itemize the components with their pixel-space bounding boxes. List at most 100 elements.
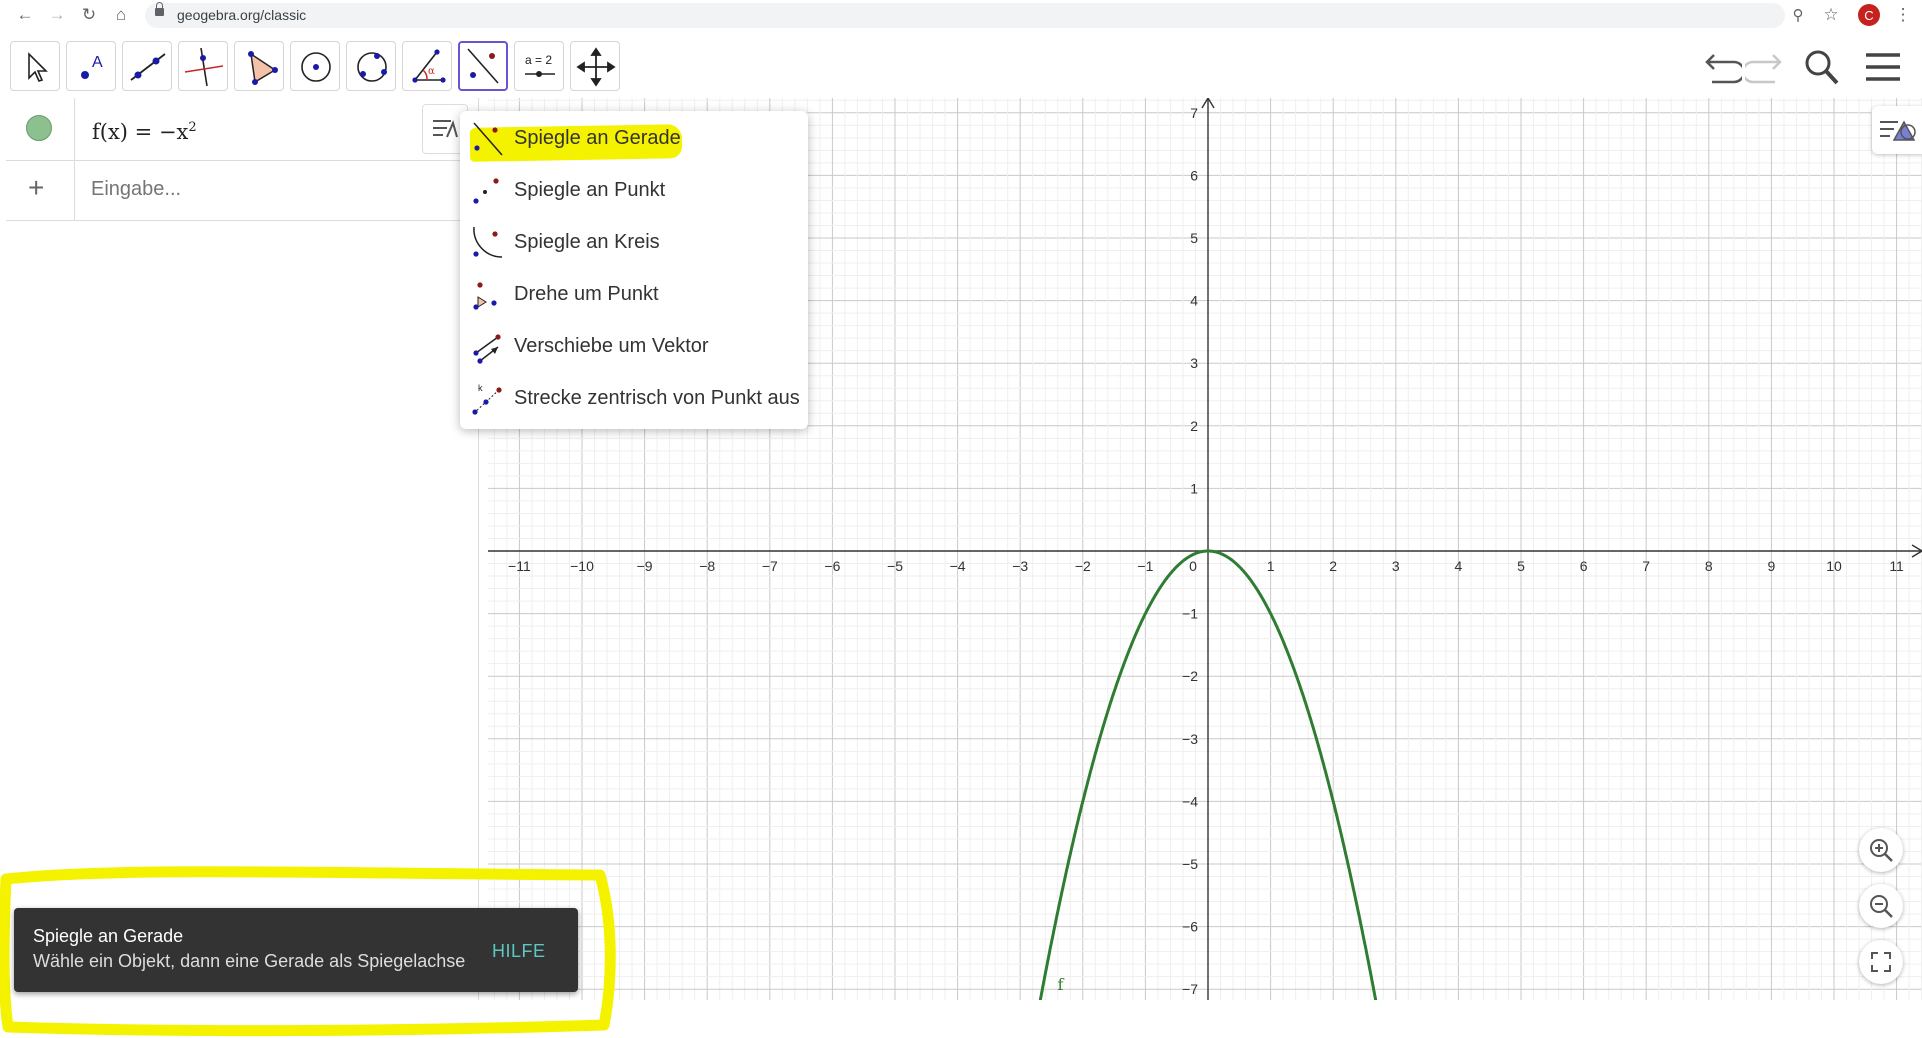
x-tick-label: −11 [508, 558, 531, 574]
circle-center-icon [301, 52, 331, 82]
help-link[interactable]: HILFE [492, 941, 546, 962]
polygon-icon [248, 51, 278, 85]
zoom-out-icon [1870, 895, 1893, 918]
polygon-tool-button[interactable] [234, 41, 284, 91]
menu-item-label: Spiegle an Kreis [514, 231, 660, 253]
home-icon[interactable]: ⌂ [108, 2, 134, 28]
menu-item-label: Verschiebe um Vektor [514, 335, 709, 357]
svg-text:A: A [92, 54, 103, 71]
url-text: geogebra.org/classic [177, 7, 307, 23]
menu-item-reflect-circle[interactable]: Spiegle an Kreis [460, 215, 808, 267]
perpendicular-line-tool-button[interactable] [178, 41, 228, 91]
hamburger-menu-icon [1866, 53, 1900, 81]
circle-tool-button[interactable] [290, 41, 340, 91]
algebra-divider [74, 98, 75, 220]
back-icon[interactable]: ← [12, 2, 38, 28]
menu-item-dilate-point[interactable]: k Strecke zentrisch von Punkt aus [460, 371, 808, 423]
menu-item-translate-vector[interactable]: Verschiebe um Vektor [460, 319, 808, 371]
tool-help-toast: Spiegle an Gerade Wähle ein Objekt, dann… [14, 908, 578, 992]
circle-three-points-icon [357, 52, 387, 82]
add-item-icon[interactable]: + [28, 172, 44, 204]
rotate-point-icon [473, 282, 497, 310]
point-tool-button[interactable]: A [66, 41, 116, 91]
y-tick-label: −5 [1182, 856, 1198, 872]
line-icon [130, 53, 166, 81]
zoom-page-icon[interactable]: ⚲ [1785, 2, 1811, 28]
y-tick-label: −3 [1182, 731, 1198, 747]
undo-icon [1705, 54, 1746, 84]
slider-tool-button[interactable]: a = 2 [514, 41, 564, 91]
zoom-out-button[interactable] [1859, 884, 1903, 928]
zoom-in-button[interactable] [1859, 828, 1903, 872]
x-tick-label: −7 [762, 558, 778, 574]
y-tick-label: 2 [1190, 418, 1198, 434]
point-icon: A [81, 54, 103, 79]
move-graphics-tool-button[interactable] [570, 41, 620, 91]
cursor-arrow-icon [28, 52, 48, 82]
transform-tools-list: Spiegle an Gerade Spiegle an Punkt Spieg… [460, 111, 808, 429]
perpendicular-icon [184, 47, 224, 87]
x-tick-label: 6 [1580, 558, 1588, 574]
visibility-toggle[interactable] [26, 115, 52, 141]
x-tick-label: −3 [1012, 558, 1028, 574]
x-tick-label: 4 [1455, 558, 1463, 574]
function-exponent: 2 [188, 120, 197, 135]
zoom-in-icon [1870, 839, 1893, 862]
angle-tool-button[interactable]: α [402, 41, 452, 91]
y-tick-label: −4 [1182, 793, 1198, 809]
x-tick-label: −10 [570, 558, 594, 574]
redo-button[interactable] [1741, 46, 1789, 88]
search-button[interactable] [1800, 46, 1844, 88]
x-tick-label: −2 [1075, 558, 1091, 574]
reflect-circle-icon [473, 226, 503, 258]
move-arrows-icon [576, 47, 616, 87]
algebra-row-function[interactable] [6, 98, 478, 161]
browser-menu-icon[interactable]: ⋮ [1890, 2, 1916, 28]
menu-item-rotate-point[interactable]: Drehe um Punkt [460, 267, 808, 319]
function-definition[interactable]: f(x) = −x2 [92, 120, 197, 144]
main-menu-button[interactable] [1862, 46, 1906, 88]
address-bar[interactable] [145, 3, 1785, 28]
undo-button[interactable] [1698, 46, 1746, 88]
y-tick-label: 1 [1190, 480, 1198, 496]
y-tick-label: 6 [1190, 167, 1198, 183]
line-tool-button[interactable] [122, 41, 172, 91]
search-icon [1805, 50, 1839, 85]
x-tick-label: 10 [1826, 558, 1842, 574]
toast-title: Spiegle an Gerade [33, 926, 184, 946]
x-tick-label: 1 [1267, 558, 1275, 574]
conic-tool-button[interactable] [346, 41, 396, 91]
forward-icon[interactable]: → [44, 2, 70, 28]
reflect-point-icon [473, 178, 499, 204]
menu-item-reflect-line[interactable]: Spiegle an Gerade [460, 111, 808, 163]
move-tool-button[interactable] [10, 41, 60, 91]
reload-icon[interactable]: ↻ [76, 2, 102, 28]
fullscreen-button[interactable] [1859, 940, 1903, 984]
slider-tool-label: a = 2 [525, 53, 552, 67]
geogebra-toolbar [0, 32, 1922, 98]
svg-text:α: α [428, 66, 435, 77]
x-tick-label: −8 [699, 558, 715, 574]
reflect-tool-button[interactable] [458, 41, 508, 91]
x-tick-label: 3 [1392, 558, 1400, 574]
menu-item-reflect-point[interactable]: Spiegle an Punkt [460, 163, 808, 215]
angle-icon: α [412, 49, 446, 83]
y-tick-label: 5 [1190, 230, 1198, 246]
function-expression: −x [158, 120, 189, 144]
x-tick-label: −1 [1137, 558, 1153, 574]
y-tick-label: −6 [1182, 919, 1198, 935]
menu-item-label: Spiegle an Punkt [514, 179, 666, 201]
y-tick-label: −2 [1182, 668, 1198, 684]
menu-item-label: Strecke zentrisch von Punkt aus [514, 387, 800, 409]
x-tick-label: 2 [1329, 558, 1337, 574]
function-name: f(x) = [92, 120, 159, 144]
algebra-input-field[interactable] [89, 177, 393, 202]
bookmark-star-icon[interactable]: ☆ [1818, 2, 1844, 28]
x-tick-label: 8 [1705, 558, 1713, 574]
menu-item-label: Spiegle an Gerade [514, 127, 681, 149]
graphics-style-bar-button[interactable] [1872, 106, 1922, 154]
x-tick-label: −9 [637, 558, 653, 574]
x-tick-label: −6 [824, 558, 840, 574]
profile-avatar[interactable]: C [1858, 4, 1880, 26]
function-graph-label: f [1058, 975, 1065, 994]
